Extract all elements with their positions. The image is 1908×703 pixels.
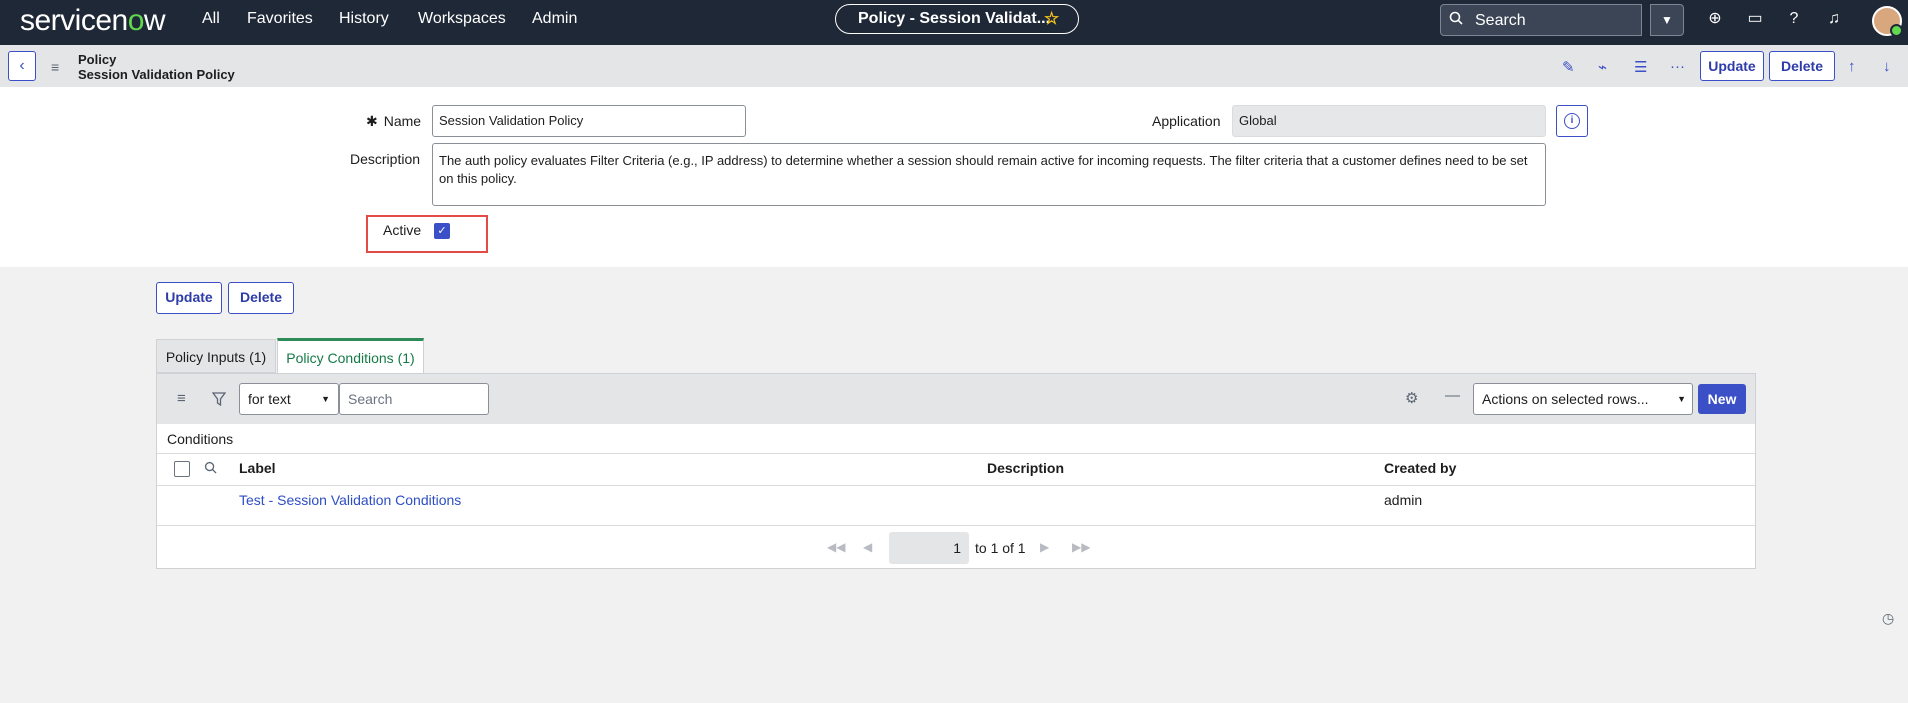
column-header-label[interactable]: Label [239,460,276,476]
tab-policy-inputs[interactable]: Policy Inputs (1) [156,339,276,373]
info-icon: i [1564,113,1580,129]
nav-admin[interactable]: Admin [532,10,577,28]
caret-down-icon: ▼ [1661,13,1673,27]
servicenow-logo[interactable]: servicenow [20,4,166,38]
more-options-icon[interactable]: ··· [1670,58,1685,75]
divider [157,525,1755,526]
application-info-button[interactable]: i [1556,105,1588,137]
nav-favorites[interactable]: Favorites [247,10,313,28]
bottom-update-button[interactable]: Update [156,282,222,314]
table-row-label-link[interactable]: Test - Session Validation Conditions [239,492,461,508]
table-row-created-by: admin [1384,492,1423,508]
list-search-input[interactable]: Search [339,383,489,415]
caret-down-icon: ▼ [321,394,330,404]
list-title: Conditions [167,431,234,447]
user-avatar[interactable] [1872,6,1903,37]
help-icon[interactable]: ? [1785,10,1803,28]
search-icon [1449,11,1463,25]
description-textarea[interactable]: The auth policy evaluates Filter Criteri… [432,143,1546,206]
list-menu-icon[interactable]: ≡ [177,390,186,407]
settings-gear-icon[interactable]: ⚙ [1405,389,1418,407]
search-placeholder: Search [1475,12,1526,29]
global-search-input[interactable]: Search [1440,4,1642,36]
list-actions-select[interactable]: Actions on selected rows... ▼ [1473,383,1693,415]
previous-page-icon[interactable]: ◀ [863,540,872,554]
new-button[interactable]: New [1698,384,1746,414]
pager-range-text: to 1 of 1 [975,540,1026,556]
nav-history[interactable]: History [339,10,389,28]
column-header-created-by[interactable]: Created by [1384,460,1456,476]
notifications-bell-icon[interactable]: ♫ [1825,10,1843,28]
presence-dot [1890,24,1903,37]
name-input[interactable]: Session Validation Policy [432,105,746,137]
caret-down-icon: ▼ [1677,394,1686,404]
next-page-icon[interactable]: ▶ [1040,540,1049,554]
chevron-left-icon: ‹ [19,57,25,74]
related-list-panel: ≡ for text ▼ Search ⚙ — Actions on select… [156,373,1756,569]
nav-all[interactable]: All [202,10,220,28]
form-record-name: Session Validation Policy [78,67,235,82]
form-header: ‹ ≡ Policy Session Validation Policy ✎ ⌁… [0,45,1908,87]
header-delete-button[interactable]: Delete [1769,51,1835,81]
first-page-icon[interactable]: ◀◀ [827,540,845,554]
activity-icon[interactable]: ⌁ [1598,58,1607,76]
favorite-star-icon[interactable]: ☆ [1044,5,1059,33]
filter-icon[interactable] [212,392,226,406]
required-asterisk-icon: ✱ [366,113,378,129]
active-checkbox[interactable]: ✓ [434,223,450,239]
timer-icon[interactable]: ◷ [1882,610,1894,627]
column-search-icon[interactable] [204,461,217,474]
select-all-checkbox[interactable] [174,461,190,477]
globe-icon[interactable]: ⊕ [1706,10,1724,28]
page-title-pill[interactable]: Policy - Session Validat... ☆ [835,4,1079,34]
back-button[interactable]: ‹ [8,51,36,81]
arrow-down-icon[interactable]: ↓ [1883,58,1891,75]
active-label: Active [383,222,422,238]
last-page-icon[interactable]: ▶▶ [1072,540,1090,554]
application-label: Application [1152,113,1221,129]
header-update-button[interactable]: Update [1700,51,1764,81]
form-context-menu-icon[interactable]: ≡ [51,59,59,75]
checkmark-icon: ✓ [437,225,447,237]
collapse-icon[interactable]: — [1445,387,1460,404]
chat-icon[interactable]: ▭ [1746,10,1764,28]
divider [157,485,1755,486]
name-label: ✱ Name [366,113,422,129]
bottom-delete-button[interactable]: Delete [228,282,294,314]
search-field-select[interactable]: for text ▼ [239,383,339,415]
nav-workspaces[interactable]: Workspaces [418,10,506,28]
arrow-up-icon[interactable]: ↑ [1848,58,1856,75]
search-scope-dropdown[interactable]: ▼ [1650,4,1684,36]
application-field: Global [1232,105,1546,137]
personalize-icon[interactable]: ☰ [1634,58,1647,76]
top-nav: servicenow All Favorites History Workspa… [0,0,1908,45]
form-table-name: Policy [78,52,117,67]
divider [157,453,1755,454]
list-toolbar: ≡ for text ▼ Search ⚙ — Actions on select… [157,374,1755,424]
column-header-description[interactable]: Description [987,460,1064,476]
attachment-icon[interactable]: ✎ [1562,58,1575,76]
page-number-input[interactable]: 1 [889,532,969,564]
tab-policy-conditions[interactable]: Policy Conditions (1) [277,338,424,374]
description-label: Description [350,151,421,167]
page-title: Policy - Session Validat... [858,10,1051,27]
